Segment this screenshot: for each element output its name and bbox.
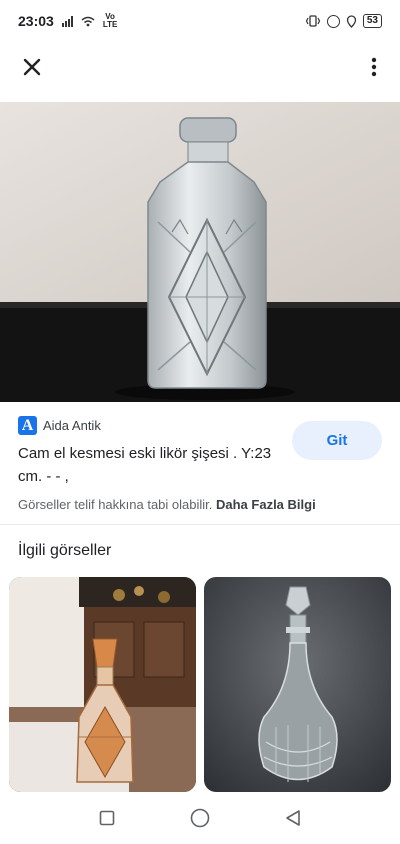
status-right: 53 [305,14,382,28]
more-vert-icon [371,57,377,77]
source-name: Aida Antik [43,418,101,433]
system-nav-bar [0,792,400,844]
source-row[interactable]: A Aida Antik [18,416,101,435]
decanter-photo [0,102,400,402]
data-saver-icon [326,14,340,28]
circle-icon [190,808,210,828]
vibrate-icon [305,15,321,27]
related-image-2[interactable] [204,577,391,792]
signal-icon [61,15,73,27]
square-icon [99,810,114,826]
close-button[interactable] [18,53,46,81]
source-logo: A [18,416,37,435]
status-time: 23:03 [18,13,54,29]
close-icon [23,58,41,76]
copyright-notice: Görseller telif hakkına tabi olabilir. D… [18,497,316,512]
related-image-1[interactable] [9,577,196,792]
wifi-icon [81,16,95,26]
triangle-back-icon [286,810,301,826]
amber-decanter-thumbnail [9,577,196,792]
related-images-heading: İlgili görseller [18,542,112,559]
location-icon [346,14,357,28]
more-info-link[interactable]: Daha Fazla Bilgi [216,497,316,512]
clear-decanter-thumbnail [204,577,391,792]
divider [0,524,400,525]
home-button[interactable] [182,800,218,836]
back-button[interactable] [275,800,311,836]
result-title[interactable]: Cam el kesmesi eski likör şişesi . Y:23 … [18,442,280,488]
status-bar: 23:03 Vo LTE 53 [0,0,400,42]
more-options-button[interactable] [360,53,388,81]
status-left: 23:03 Vo LTE [18,12,118,30]
battery-indicator: 53 [362,14,382,28]
recents-button[interactable] [89,800,125,836]
app-bar [0,42,400,92]
visit-button[interactable]: Git [292,421,382,460]
volte-indicator: Vo LTE [102,12,118,29]
main-image[interactable] [0,102,400,402]
copyright-text: Görseller telif hakkına tabi olabilir. [18,497,213,512]
